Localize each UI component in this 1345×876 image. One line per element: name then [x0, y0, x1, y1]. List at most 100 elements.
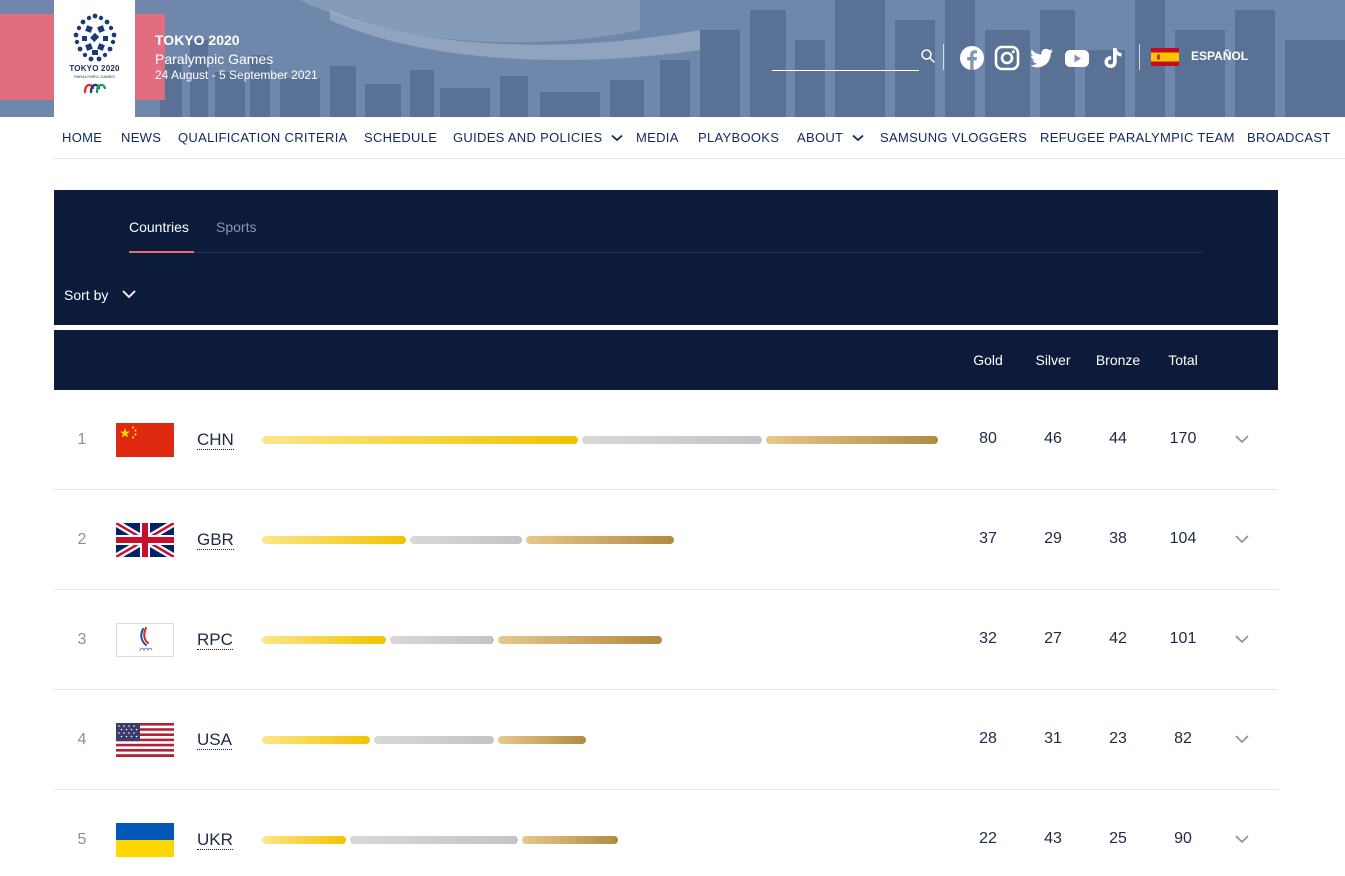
- silver-count: 29: [1044, 530, 1062, 547]
- ukraine-flag-icon: [116, 823, 174, 857]
- nav-item-playbooks[interactable]: PLAYBOOKS: [698, 130, 779, 145]
- header-divider: [943, 44, 944, 70]
- country-code-link[interactable]: USA: [197, 730, 232, 750]
- instagram-icon[interactable]: [994, 45, 1020, 71]
- gold-bar: [262, 436, 578, 444]
- china-flag-icon: [116, 423, 174, 457]
- search-input[interactable]: [772, 70, 919, 71]
- silver-bar: [410, 536, 522, 544]
- tokyo-emblem-icon: [73, 13, 117, 62]
- bronze-count: 44: [1109, 430, 1127, 447]
- tab-divider: [129, 252, 1203, 253]
- gold-bar: [262, 636, 386, 644]
- bronze-bar: [522, 836, 618, 844]
- twitter-icon[interactable]: [1029, 45, 1055, 71]
- gold-count: 32: [979, 630, 997, 647]
- nav-item-media[interactable]: MEDIA: [636, 130, 679, 145]
- silver-bar: [390, 636, 494, 644]
- gold-count: 37: [979, 530, 997, 547]
- rank: 2: [77, 531, 87, 548]
- silver-count: 43: [1044, 830, 1062, 847]
- total-count: 82: [1174, 730, 1192, 747]
- main-nav: HOME NEWS QUALIFICATION CRITERIA SCHEDUL…: [54, 117, 1345, 159]
- country-code-link[interactable]: GBR: [197, 530, 234, 550]
- rank: 3: [77, 631, 87, 648]
- rpc-flag-icon: [116, 623, 174, 657]
- bronze-bar: [498, 636, 662, 644]
- chevron-down-icon[interactable]: [1234, 433, 1250, 445]
- country-code-link[interactable]: CHN: [197, 430, 234, 450]
- nav-item-broadcast[interactable]: BROADCAST: [1247, 130, 1331, 145]
- column-header-gold[interactable]: Gold: [958, 352, 1018, 368]
- nav-item-refugee-paralympic-team[interactable]: REFUGEE PARALYMPIC TEAM: [1040, 130, 1235, 145]
- silver-bar: [582, 436, 762, 444]
- rank: 5: [77, 831, 87, 848]
- medal-filter-panel: Countries Sports Sort by: [54, 190, 1278, 325]
- language-switch[interactable]: ESPAÑOL: [1191, 49, 1248, 63]
- facebook-icon[interactable]: [959, 45, 985, 71]
- medal-table-header: Gold Silver Bronze Total: [54, 330, 1278, 390]
- gold-count: 80: [979, 430, 997, 447]
- nav-item-qualification-criteria[interactable]: QUALIFICATION CRITERIA: [178, 130, 348, 145]
- silver-bar: [350, 836, 518, 844]
- search-icon[interactable]: [920, 48, 936, 64]
- total-count: 101: [1169, 630, 1197, 647]
- nav-item-home[interactable]: HOME: [62, 130, 102, 145]
- sort-by-dropdown[interactable]: Sort by: [64, 287, 108, 303]
- rank: 1: [77, 431, 87, 448]
- chevron-down-icon: [852, 134, 864, 142]
- country-code-link[interactable]: UKR: [197, 830, 233, 850]
- bronze-count: 25: [1109, 830, 1127, 847]
- tab-countries[interactable]: Countries: [129, 219, 189, 235]
- chevron-down-icon[interactable]: [1234, 633, 1250, 645]
- nav-item-samsung-vloggers[interactable]: SAMSUNG VLOGGERS: [880, 130, 1027, 145]
- chevron-down-icon[interactable]: [1234, 733, 1250, 745]
- chevron-down-icon[interactable]: [1234, 533, 1250, 545]
- nav-item-about[interactable]: ABOUT: [797, 130, 864, 145]
- table-row[interactable]: 2 GBR 37 29 38 104: [54, 490, 1278, 590]
- table-row[interactable]: 5 UKR 22 43 25 90: [54, 790, 1278, 876]
- column-header-bronze[interactable]: Bronze: [1088, 352, 1148, 368]
- logo-wordmark: TOKYO 2020: [69, 64, 120, 73]
- rank: 4: [77, 731, 87, 748]
- silver-count: 46: [1044, 430, 1062, 447]
- bronze-bar: [498, 736, 586, 744]
- column-header-total[interactable]: Total: [1153, 352, 1213, 368]
- youtube-icon[interactable]: [1064, 45, 1090, 71]
- tokyo-2020-logo[interactable]: TOKYO 2020 PARALYMPIC GAMES: [54, 0, 135, 117]
- spain-flag-icon[interactable]: [1151, 48, 1179, 66]
- game-title: TOKYO 2020: [155, 32, 240, 48]
- gold-bar: [262, 536, 406, 544]
- agitos-icon: [83, 83, 107, 94]
- game-dates: 24 August - 5 September 2021: [155, 68, 318, 82]
- header-divider: [1139, 44, 1140, 70]
- active-tab-indicator: [129, 251, 194, 253]
- column-header-silver[interactable]: Silver: [1023, 352, 1083, 368]
- total-count: 104: [1169, 530, 1197, 547]
- total-count: 90: [1174, 830, 1192, 847]
- header-banner: TOKYO 2020 PARALYMPIC GAMES TOKYO 2020 P…: [0, 0, 1345, 117]
- chevron-down-icon[interactable]: [121, 288, 137, 300]
- table-row[interactable]: 3 RPC 32 27 42 101: [54, 590, 1278, 690]
- silver-bar: [374, 736, 494, 744]
- country-code-link[interactable]: RPC: [197, 630, 233, 650]
- chevron-down-icon: [611, 134, 623, 142]
- chevron-down-icon[interactable]: [1234, 833, 1250, 845]
- game-subtitle: Paralympic Games: [155, 51, 274, 67]
- gold-bar: [262, 736, 370, 744]
- silver-count: 27: [1044, 630, 1062, 647]
- bronze-count: 23: [1109, 730, 1127, 747]
- tiktok-icon[interactable]: [1099, 45, 1125, 71]
- total-count: 170: [1169, 430, 1197, 447]
- silver-count: 31: [1044, 730, 1062, 747]
- nav-item-schedule[interactable]: SCHEDULE: [364, 130, 437, 145]
- bronze-count: 42: [1109, 630, 1127, 647]
- table-row[interactable]: 1 CHN 80 46 44 170: [54, 390, 1278, 490]
- nav-item-guides-and-policies[interactable]: GUIDES AND POLICIES: [453, 130, 623, 145]
- table-row[interactable]: 4 USA 28 31 23 82: [54, 690, 1278, 790]
- usa-flag-icon: [116, 723, 174, 757]
- gold-count: 22: [979, 830, 997, 847]
- tab-sports[interactable]: Sports: [216, 219, 256, 235]
- nav-item-news[interactable]: NEWS: [121, 130, 161, 145]
- bronze-count: 38: [1109, 530, 1127, 547]
